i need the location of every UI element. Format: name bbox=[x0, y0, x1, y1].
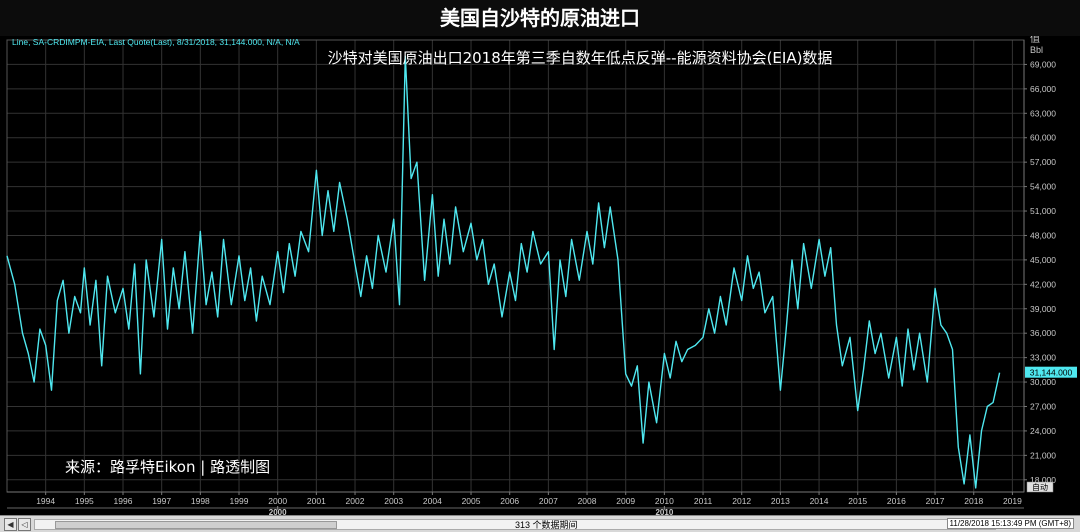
x-tick-label: 1996 bbox=[114, 496, 133, 506]
x-tick-label: 1994 bbox=[36, 496, 55, 506]
y-tick-label: 66,000 bbox=[1030, 84, 1056, 94]
x-tick-label: 2009 bbox=[616, 496, 635, 506]
last-value-badge: 31,144.000 bbox=[1025, 366, 1077, 378]
x-tick-label: 2006 bbox=[500, 496, 519, 506]
x-tick-label: 2008 bbox=[578, 496, 597, 506]
data-points-label: 313 个数据期间 bbox=[515, 520, 578, 530]
y-unit-bbl: Bbl bbox=[1030, 45, 1043, 55]
chart-subtitle: 沙特对美国原油出口2018年第三季自数年低点反弹--能源资料协会(EIA)数据 bbox=[328, 49, 833, 67]
decade-label: 2010 bbox=[655, 508, 673, 515]
y-tick-label: 63,000 bbox=[1030, 108, 1056, 118]
scroll-left-button[interactable]: ◀ bbox=[4, 518, 17, 531]
x-tick-label: 2002 bbox=[346, 496, 365, 506]
x-tick-label: 2004 bbox=[423, 496, 442, 506]
y-tick-label: 69,000 bbox=[1030, 59, 1056, 69]
y-tick-label: 45,000 bbox=[1030, 255, 1056, 265]
chart-window: 美国自沙特的原油进口 18,000 21,000 24,000 27,000 30,00… bbox=[0, 0, 1080, 532]
auto-scale-button[interactable]: 自动 bbox=[1026, 481, 1054, 493]
x-tick-label: 2015 bbox=[848, 496, 867, 506]
y-tick-label: 54,000 bbox=[1030, 182, 1056, 192]
x-tick-label: 1995 bbox=[75, 496, 94, 506]
source-note: 来源：路孚特Eikon | 路透制图 bbox=[65, 458, 270, 476]
y-tick-label: 42,000 bbox=[1030, 279, 1056, 289]
last-value-label: 31,144.000 bbox=[1030, 368, 1073, 378]
y-tick-label: 30,000 bbox=[1030, 377, 1056, 387]
y-tick-label: 21,000 bbox=[1030, 450, 1056, 460]
x-tick-label: 2007 bbox=[539, 496, 558, 506]
timestamp-label: 11/28/2018 15:13:49 PM (GMT+8) bbox=[946, 518, 1074, 529]
scrollbar-thumb[interactable] bbox=[55, 521, 337, 529]
y-tick-label: 48,000 bbox=[1030, 230, 1056, 240]
x-tick-label: 1998 bbox=[191, 496, 210, 506]
y-unit-label: 值 bbox=[1030, 36, 1040, 45]
x-tick-label: 2013 bbox=[771, 496, 790, 506]
y-tick-label: 39,000 bbox=[1030, 304, 1056, 314]
x-tick-label: 2010 bbox=[655, 496, 674, 506]
scroll-left-fast-button[interactable]: ◁ bbox=[18, 518, 31, 531]
x-tick-label: 2018 bbox=[964, 496, 983, 506]
x-tick-label: 2016 bbox=[887, 496, 906, 506]
x-tick-label: 2003 bbox=[384, 496, 403, 506]
legend-text: Line, SA-CRDIMPM-EIA, Last Quote(Last), … bbox=[12, 37, 300, 47]
y-tick-label: 60,000 bbox=[1030, 133, 1056, 143]
x-tick-label: 2005 bbox=[462, 496, 481, 506]
auto-scale-label: 自动 bbox=[1032, 482, 1048, 492]
chart-title: 美国自沙特的原油进口 bbox=[0, 0, 1080, 36]
x-tick-label: 1999 bbox=[230, 496, 249, 506]
x-tick-label: 1997 bbox=[152, 496, 171, 506]
x-tick-label: 2012 bbox=[732, 496, 751, 506]
chart-svg: 18,00021,00024,00027,00030,00033,00036,0… bbox=[0, 36, 1080, 515]
x-tick-label: 2000 bbox=[268, 496, 287, 506]
y-tick-label: 24,000 bbox=[1030, 426, 1056, 436]
x-tick-label: 2014 bbox=[810, 496, 829, 506]
x-tick-label: 2017 bbox=[926, 496, 945, 506]
y-tick-label: 36,000 bbox=[1030, 328, 1056, 338]
x-tick-label: 2001 bbox=[307, 496, 326, 506]
x-tick-label: 2019 bbox=[1003, 496, 1022, 506]
x-tick-label: 2011 bbox=[694, 496, 713, 506]
y-tick-label: 57,000 bbox=[1030, 157, 1056, 167]
y-tick-label: 33,000 bbox=[1030, 353, 1056, 363]
decade-label: 2000 bbox=[269, 508, 287, 515]
y-tick-label: 51,000 bbox=[1030, 206, 1056, 216]
y-tick-label: 27,000 bbox=[1030, 401, 1056, 411]
status-bar: ◀ ◁ 313 个数据期间 11/28/2018 15:13:49 PM (GM… bbox=[0, 515, 1080, 532]
